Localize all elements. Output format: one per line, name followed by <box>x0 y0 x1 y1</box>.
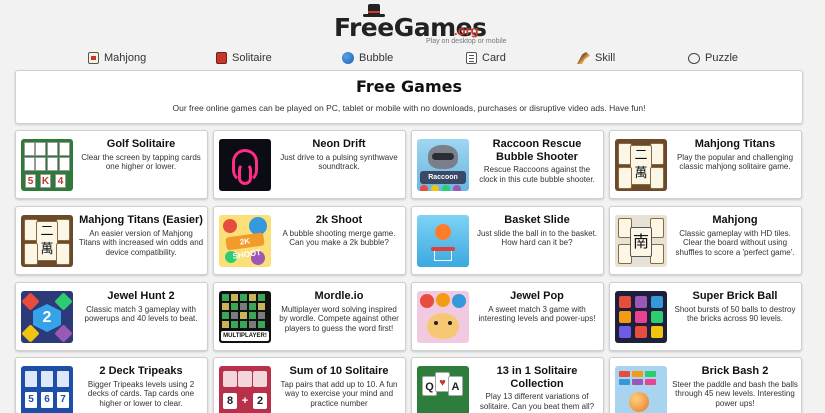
game-title: Neon Drift <box>312 138 366 150</box>
game-card-13-in-1-solitaire[interactable]: Q ♥ A 13 in 1 Solitaire Collection Play … <box>411 357 604 413</box>
game-title: Mahjong Titans (Easier) <box>79 214 203 226</box>
game-thumbnail: 二萬 <box>21 215 73 267</box>
game-card-neon-drift[interactable]: Neon Drift Just drive to a pulsing synth… <box>213 130 406 199</box>
game-title: Sum of 10 Solitaire <box>289 365 389 377</box>
game-thumbnail: Q ♥ A <box>417 366 469 413</box>
game-description: Classic gameplay with HD tiles. Clear th… <box>675 228 795 258</box>
nav-item-card[interactable]: Card <box>466 49 506 67</box>
game-title: Mordle.io <box>314 290 364 302</box>
game-description: Shoot bursts of 50 balls to destroy the … <box>674 304 796 324</box>
game-thumbnail <box>615 291 667 343</box>
game-thumbnail: 5 K 4 <box>21 139 73 191</box>
game-card-2k-shoot[interactable]: 2K SHOOT 2k Shoot A bubble shooting merg… <box>213 206 406 275</box>
game-card-jewel-hunt-2[interactable]: 2 Jewel Hunt 2 Classic match 3 gameplay … <box>15 282 208 351</box>
logo-extension: .org <box>454 23 479 38</box>
game-card-golf-solitaire[interactable]: 5 K 4 Golf Solitaire Clear the screen by… <box>15 130 208 199</box>
game-title: Mahjong Titans <box>694 138 776 150</box>
game-description: Just drive to a pulsing synthwave soundt… <box>280 152 398 172</box>
game-thumbnail <box>417 215 469 267</box>
game-card-basket-slide[interactable]: Basket Slide Just slide the ball in to t… <box>411 206 604 275</box>
game-thumbnail <box>417 291 469 343</box>
game-description: A bubble shooting merge game. Can you ma… <box>282 228 396 248</box>
game-thumbnail: 2K SHOOT <box>219 215 271 267</box>
game-thumbnail: 8 + 2 <box>219 366 271 413</box>
game-description: Play 13 different variations of solitair… <box>479 392 595 411</box>
game-description: An easier version of Mahjong Titans with… <box>78 228 204 258</box>
game-card-raccoon-rescue[interactable]: Raccoon Raccoon Rescue Bubble Shooter Re… <box>411 130 604 199</box>
nav-item-skill[interactable]: Skill <box>577 49 615 67</box>
nav-item-puzzle[interactable]: Puzzle <box>688 49 738 67</box>
page-subtitle: Our free online games can be played on P… <box>172 103 646 113</box>
nav-label: Skill <box>595 52 616 64</box>
nav-label: Mahjong <box>104 52 147 64</box>
bubble-icon <box>342 52 354 64</box>
game-description: Tap pairs that add up to 10. A fun way t… <box>280 379 398 409</box>
game-card-brick-bash-2[interactable]: Brick Bash 2 Steer the paddle and bash t… <box>609 357 802 413</box>
game-title: Mahjong <box>712 214 758 226</box>
game-description: Classic match 3 gameplay with powerups a… <box>84 304 198 324</box>
game-description: Steer the paddle and bash the balls thro… <box>672 379 798 409</box>
site-logo[interactable]: FreeGames .org Play on desktop or mobile <box>334 4 507 46</box>
game-description: A sweet match 3 game with interesting le… <box>478 304 596 324</box>
game-description: Clear the screen by tapping cards one hi… <box>81 152 201 172</box>
game-description: Just slide the ball in to the basket. Ho… <box>476 228 598 248</box>
game-thumbnail: 2 <box>21 291 73 343</box>
card-icon <box>466 52 477 64</box>
game-card-mahjong-titans[interactable]: 二萬 Mahjong Titans Play the popular and c… <box>609 130 802 199</box>
game-description: Rescue Raccoons against the clock in thi… <box>479 165 595 184</box>
game-description: Play the popular and challenging classic… <box>676 152 794 172</box>
game-description: Bigger Tripeaks levels using 2 decks of … <box>87 379 195 409</box>
logo-tagline: Play on desktop or mobile <box>426 38 507 45</box>
game-thumbnail <box>615 366 667 413</box>
nav-label: Bubble <box>359 52 394 64</box>
game-title: Golf Solitaire <box>106 138 176 150</box>
card-back-icon <box>216 52 227 64</box>
game-title: Brick Bash 2 <box>701 365 769 377</box>
game-thumbnail: 南 <box>615 215 667 267</box>
nav-label: Puzzle <box>705 52 739 64</box>
nav-item-solitaire[interactable]: Solitaire <box>216 49 272 67</box>
nav-item-bubble[interactable]: Bubble <box>342 49 393 67</box>
game-title: Super Brick Ball <box>692 290 778 302</box>
game-thumbnail: MULTIPLAYER! <box>219 291 271 343</box>
mahjong-tile-icon <box>88 52 99 64</box>
game-thumbnail: Raccoon <box>417 139 469 191</box>
page-title: Free Games <box>355 77 463 96</box>
skill-icon <box>577 52 590 64</box>
intro-box: Free Games Our free online games can be … <box>15 70 803 124</box>
nav-item-mahjong[interactable]: Mahjong <box>88 49 146 67</box>
game-thumbnail: 5 6 7 <box>21 366 73 413</box>
game-title: Raccoon Rescue Bubble Shooter <box>492 138 582 163</box>
category-nav: Mahjong Solitaire Bubble Card Skill Puzz… <box>0 49 825 67</box>
game-title: 13 in 1 Solitaire Collection <box>496 365 578 390</box>
game-card-mahjong[interactable]: 南 Mahjong Classic gameplay with HD tiles… <box>609 206 802 275</box>
game-title: Basket Slide <box>504 214 570 226</box>
game-thumbnail <box>219 139 271 191</box>
game-card-2-deck-tripeaks[interactable]: 5 6 7 2 Deck Tripeaks Bigger Tripeaks le… <box>15 357 208 413</box>
game-card-jewel-pop[interactable]: Jewel Pop A sweet match 3 game with inte… <box>411 282 604 351</box>
game-card-super-brick-ball[interactable]: Super Brick Ball Shoot bursts of 50 ball… <box>609 282 802 351</box>
game-title: Jewel Hunt 2 <box>107 290 175 302</box>
nav-label: Solitaire <box>232 52 272 64</box>
game-title: 2k Shoot <box>315 214 363 226</box>
game-card-sum-of-10-solitaire[interactable]: 8 + 2 Sum of 10 Solitaire Tap pairs that… <box>213 357 406 413</box>
game-thumbnail: 二萬 <box>615 139 667 191</box>
puzzle-icon <box>688 52 700 64</box>
game-title: Jewel Pop <box>510 290 564 302</box>
nav-label: Card <box>482 52 506 64</box>
game-card-mahjong-titans-easier[interactable]: 二萬 Mahjong Titans (Easier) An easier ver… <box>15 206 208 275</box>
game-description: Multiplayer word solving inspired by wor… <box>279 304 399 334</box>
game-card-mordle[interactable]: MULTIPLAYER! Mordle.io Multiplayer word … <box>213 282 406 351</box>
game-title: 2 Deck Tripeaks <box>99 365 183 377</box>
